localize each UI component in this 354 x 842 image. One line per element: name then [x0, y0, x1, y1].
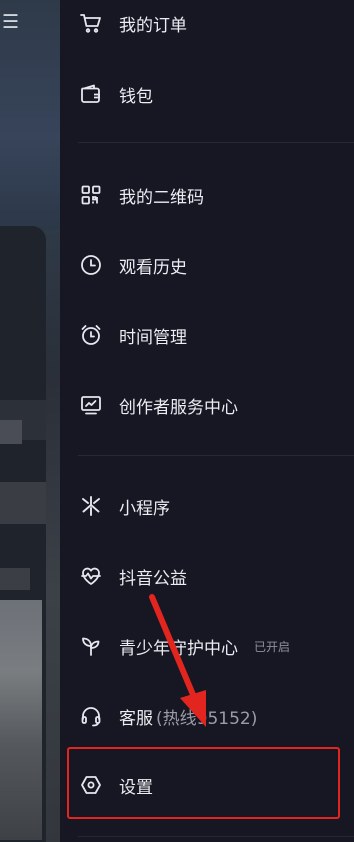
sprout-icon	[78, 633, 104, 659]
section-divider	[78, 142, 354, 143]
menu-item-orders[interactable]: 我的订单	[60, 0, 354, 48]
side-drawer: 我的订单 钱包 我的二维码 观看历史 时间管理 创作者服务中心 小程序 抖音公益…	[60, 0, 354, 842]
section-divider	[78, 836, 354, 837]
menu-item-label: 我的二维码	[119, 187, 204, 208]
creator-chart-icon	[78, 392, 104, 418]
menu-item-youth-protection[interactable]: 青少年守护中心 已开启	[60, 621, 354, 671]
menu-item-label: 钱包	[119, 86, 153, 107]
menu-item-creator-center[interactable]: 创作者服务中心	[60, 380, 354, 430]
background-content-strip: ☰	[0, 0, 60, 842]
settings-hexagon-icon	[78, 772, 104, 798]
section-divider	[78, 455, 354, 456]
menu-item-watch-history[interactable]: 观看历史	[60, 240, 354, 290]
menu-item-customer-service[interactable]: 客服 (热线95152)	[60, 691, 354, 741]
background-image-top	[0, 0, 60, 230]
menu-item-title: 客服	[119, 708, 153, 729]
menu-item-label: 观看历史	[119, 257, 187, 278]
menu-item-label: 客服 (热线95152)	[119, 704, 257, 729]
headset-icon	[78, 703, 104, 729]
menu-item-mini-programs[interactable]: 小程序	[60, 481, 354, 531]
menu-item-label: 抖音公益	[119, 568, 187, 589]
clock-icon	[78, 252, 104, 278]
menu-item-qr-code[interactable]: 我的二维码	[60, 170, 354, 220]
menu-item-charity[interactable]: 抖音公益	[60, 551, 354, 601]
menu-item-time-management[interactable]: 时间管理	[60, 310, 354, 360]
menu-item-label: 我的订单	[119, 15, 187, 36]
alarm-clock-icon	[78, 322, 104, 348]
charity-heart-icon	[78, 563, 104, 589]
qr-code-icon	[78, 182, 104, 208]
wallet-icon	[78, 81, 104, 107]
shopping-cart-icon	[78, 10, 104, 36]
menu-item-wallet[interactable]: 钱包	[60, 69, 354, 119]
status-badge: 已开启	[254, 639, 291, 654]
menu-item-label: 时间管理	[119, 327, 187, 348]
menu-item-label: 设置	[119, 777, 153, 798]
hotline-text: (热线95152)	[156, 708, 258, 729]
blurred-image	[0, 600, 42, 840]
menu-item-settings[interactable]: 设置	[60, 760, 354, 810]
blurred-block	[0, 420, 22, 444]
blurred-block	[0, 568, 30, 590]
menu-item-label: 青少年守护中心	[119, 638, 238, 659]
hamburger-menu-icon[interactable]: ☰	[2, 12, 22, 32]
mini-program-icon	[78, 493, 104, 519]
menu-item-label: 小程序	[119, 498, 170, 519]
blurred-block	[0, 482, 46, 524]
menu-item-label: 创作者服务中心	[119, 397, 238, 418]
